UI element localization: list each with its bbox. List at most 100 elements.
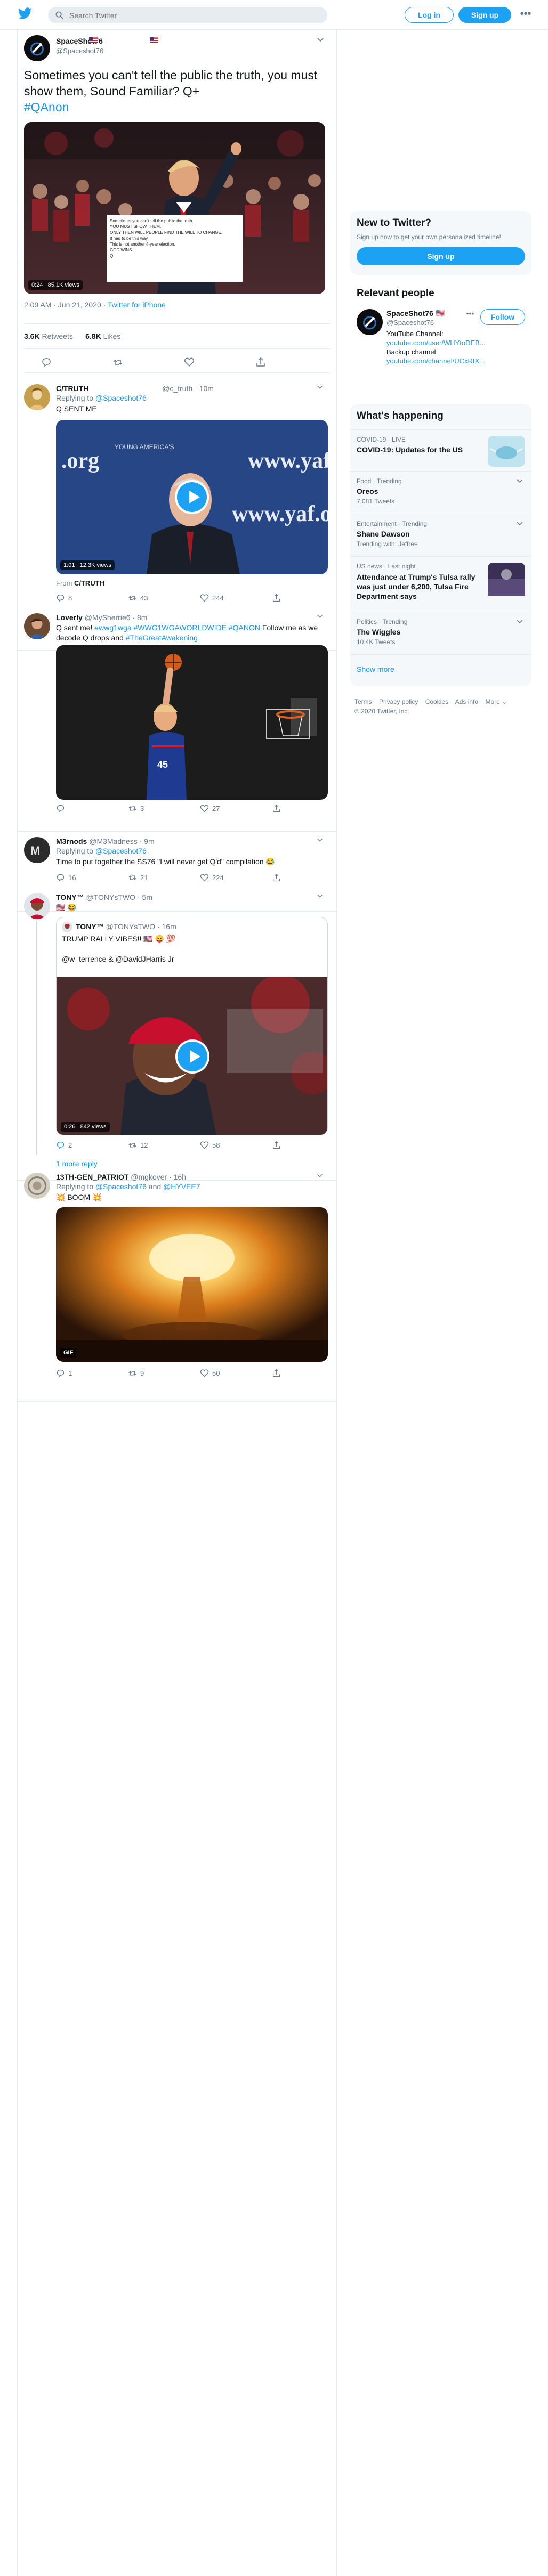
replying-to-link[interactable]: @Spaceshot76 bbox=[95, 847, 147, 855]
share-action[interactable] bbox=[272, 873, 284, 883]
share-action[interactable] bbox=[272, 1141, 284, 1150]
play-button-icon[interactable] bbox=[175, 1039, 209, 1074]
timestamp-text[interactable]: 2:09 AM · Jun 21, 2020 bbox=[24, 300, 101, 309]
author-name[interactable]: Loverly bbox=[56, 613, 83, 622]
like-action[interactable]: 27 bbox=[200, 804, 220, 814]
share-action[interactable] bbox=[272, 594, 284, 603]
sign-up-button[interactable]: Sign up bbox=[458, 7, 511, 23]
retweet-action[interactable]: 9 bbox=[128, 1369, 144, 1378]
from-name[interactable]: C/TRUTH bbox=[74, 579, 104, 587]
twitter-bird-icon[interactable] bbox=[18, 7, 32, 19]
show-more-link[interactable]: Show more bbox=[357, 665, 394, 673]
sign-up-button[interactable]: Sign up bbox=[357, 247, 525, 265]
replying-to-link[interactable]: @Spaceshot76 bbox=[95, 394, 147, 402]
author-handle[interactable]: @M3Madness bbox=[89, 837, 137, 846]
reply-tweet[interactable]: Loverly @MySherrie6 · 8m Q sent me! #wwg… bbox=[18, 608, 336, 832]
tweet-source-link[interactable]: Twitter for iPhone bbox=[108, 300, 166, 309]
replying-to-link[interactable]: @HYVEE7 bbox=[163, 1182, 200, 1191]
play-button-icon[interactable] bbox=[175, 480, 209, 514]
reply-action[interactable]: 8 bbox=[56, 594, 72, 603]
reply-tweet[interactable]: 13TH-GEN_PATRIOT @mgkover · 16h Replying… bbox=[18, 1167, 336, 1402]
retweet-action[interactable]: 12 bbox=[128, 1141, 148, 1150]
hashtag-link[interactable]: #QAnon bbox=[24, 100, 69, 114]
tweet-image[interactable]: 45 bbox=[56, 645, 328, 800]
retweet-action[interactable]: 3 bbox=[128, 804, 144, 814]
chevron-down-icon[interactable] bbox=[316, 893, 324, 899]
author-handle[interactable]: @TONYsTWO bbox=[86, 893, 136, 901]
trend-item[interactable]: Politics · Trending The Wiggles 10.4K Tw… bbox=[350, 612, 531, 654]
author-handle[interactable]: @MySherrie6 bbox=[85, 613, 131, 622]
show-more-replies-link[interactable]: 1 more reply bbox=[56, 1159, 98, 1168]
chevron-down-icon[interactable] bbox=[515, 520, 524, 527]
chevron-down-icon[interactable] bbox=[316, 837, 324, 843]
author-handle[interactable]: @c_truth bbox=[162, 384, 192, 393]
reply-action[interactable]: 16 bbox=[56, 873, 76, 883]
footer-link-ads[interactable]: Ads info bbox=[455, 698, 478, 705]
chevron-down-icon[interactable] bbox=[515, 477, 524, 485]
reply-action[interactable]: 2 bbox=[56, 1141, 72, 1150]
author-name[interactable]: M3rnods bbox=[56, 837, 87, 846]
tweet-time[interactable]: 5m bbox=[142, 893, 152, 901]
retweet-icon[interactable] bbox=[112, 357, 123, 368]
chevron-down-icon[interactable] bbox=[316, 36, 325, 44]
trend-item[interactable]: Entertainment · Trending Shane Dawson Tr… bbox=[350, 514, 531, 556]
avatar[interactable]: M bbox=[24, 837, 50, 863]
avatar[interactable] bbox=[357, 309, 383, 335]
quoted-tweet[interactable]: TONY™ @TONYsTWO · 16m TRUMP RALLY VIBES!… bbox=[56, 917, 328, 1135]
tweet-time[interactable]: 10m bbox=[199, 384, 214, 393]
retweets-stat[interactable]: 3.6K Retweets bbox=[24, 332, 73, 340]
bio-link[interactable]: youtube.com/user/WHYtoDEB... bbox=[386, 338, 525, 347]
avatar[interactable] bbox=[24, 384, 50, 410]
share-action[interactable] bbox=[272, 1369, 284, 1378]
tweet-time[interactable]: 9m bbox=[144, 837, 154, 846]
reply-icon[interactable] bbox=[41, 357, 52, 368]
trend-item[interactable]: US news · Last night Attendance at Trump… bbox=[350, 556, 531, 612]
likes-stat[interactable]: 6.8K Likes bbox=[85, 332, 120, 340]
author-name[interactable]: 13TH-GEN_PATRIOT bbox=[56, 1173, 128, 1181]
avatar[interactable] bbox=[24, 893, 50, 919]
retweet-action[interactable]: 43 bbox=[128, 594, 148, 603]
author-name[interactable]: C/TRUTH bbox=[56, 384, 88, 393]
like-action[interactable]: 50 bbox=[200, 1369, 220, 1378]
replying-to-link[interactable]: @Spaceshot76 bbox=[95, 1182, 147, 1191]
share-icon[interactable] bbox=[255, 357, 266, 368]
reply-action[interactable]: 1 bbox=[56, 1369, 72, 1378]
tweet-gif[interactable]: GIF bbox=[56, 1207, 328, 1362]
author-handle[interactable]: @Spaceshot76 bbox=[56, 47, 103, 55]
like-action[interactable]: 224 bbox=[200, 873, 224, 883]
tweet-time[interactable]: 8m bbox=[137, 613, 147, 622]
retweet-action[interactable]: 21 bbox=[128, 873, 148, 883]
author-name[interactable]: TONY™ bbox=[56, 893, 84, 901]
chevron-down-icon[interactable] bbox=[515, 618, 524, 625]
like-heart-icon[interactable] bbox=[184, 357, 195, 368]
tweet-time[interactable]: 16h bbox=[174, 1173, 186, 1181]
search-input[interactable] bbox=[69, 7, 320, 23]
chevron-down-icon[interactable] bbox=[316, 613, 324, 620]
avatar[interactable] bbox=[24, 613, 50, 639]
search-box[interactable] bbox=[48, 7, 327, 23]
person-name-row[interactable]: SpaceShot76 🇺🇸 bbox=[386, 309, 445, 318]
trend-item[interactable]: COVID-19 · LIVE COVID-19: Updates for th… bbox=[350, 429, 531, 471]
footer-link-cookies[interactable]: Cookies bbox=[425, 698, 448, 705]
reply-action[interactable] bbox=[56, 804, 68, 814]
like-action[interactable]: 58 bbox=[200, 1141, 220, 1150]
trend-item[interactable]: Food · Trending Oreos 7,081 Tweets bbox=[350, 471, 531, 514]
more-options-icon[interactable]: ••• bbox=[464, 309, 476, 321]
like-action[interactable]: 244 bbox=[200, 594, 224, 603]
chevron-down-icon[interactable] bbox=[316, 1173, 324, 1179]
bio-link[interactable]: youtube.com/channel/UCxRIX... bbox=[386, 356, 525, 365]
author-handle[interactable]: @mgkover bbox=[131, 1173, 167, 1181]
log-in-button[interactable]: Log in bbox=[405, 7, 454, 23]
more-dots-icon[interactable]: ••• bbox=[518, 7, 533, 22]
avatar[interactable] bbox=[24, 1173, 50, 1199]
chevron-down-icon[interactable] bbox=[316, 384, 324, 391]
footer-link-more[interactable]: More ⌄ bbox=[485, 698, 507, 705]
hashtag-link[interactable]: #TheGreatAwakening bbox=[126, 633, 198, 642]
share-action[interactable] bbox=[272, 804, 284, 814]
person-name[interactable]: SpaceShot76 bbox=[386, 309, 433, 318]
footer-link-terms[interactable]: Terms bbox=[354, 698, 372, 705]
person-handle[interactable]: @Spaceshot76 bbox=[386, 319, 434, 327]
hashtag-links[interactable]: #wwg1wga #WWG1WGAWORLDWIDE #QANON bbox=[94, 623, 260, 632]
avatar[interactable] bbox=[24, 35, 50, 61]
tweet-video[interactable]: Sometimes you can't tell the public the … bbox=[24, 122, 325, 294]
